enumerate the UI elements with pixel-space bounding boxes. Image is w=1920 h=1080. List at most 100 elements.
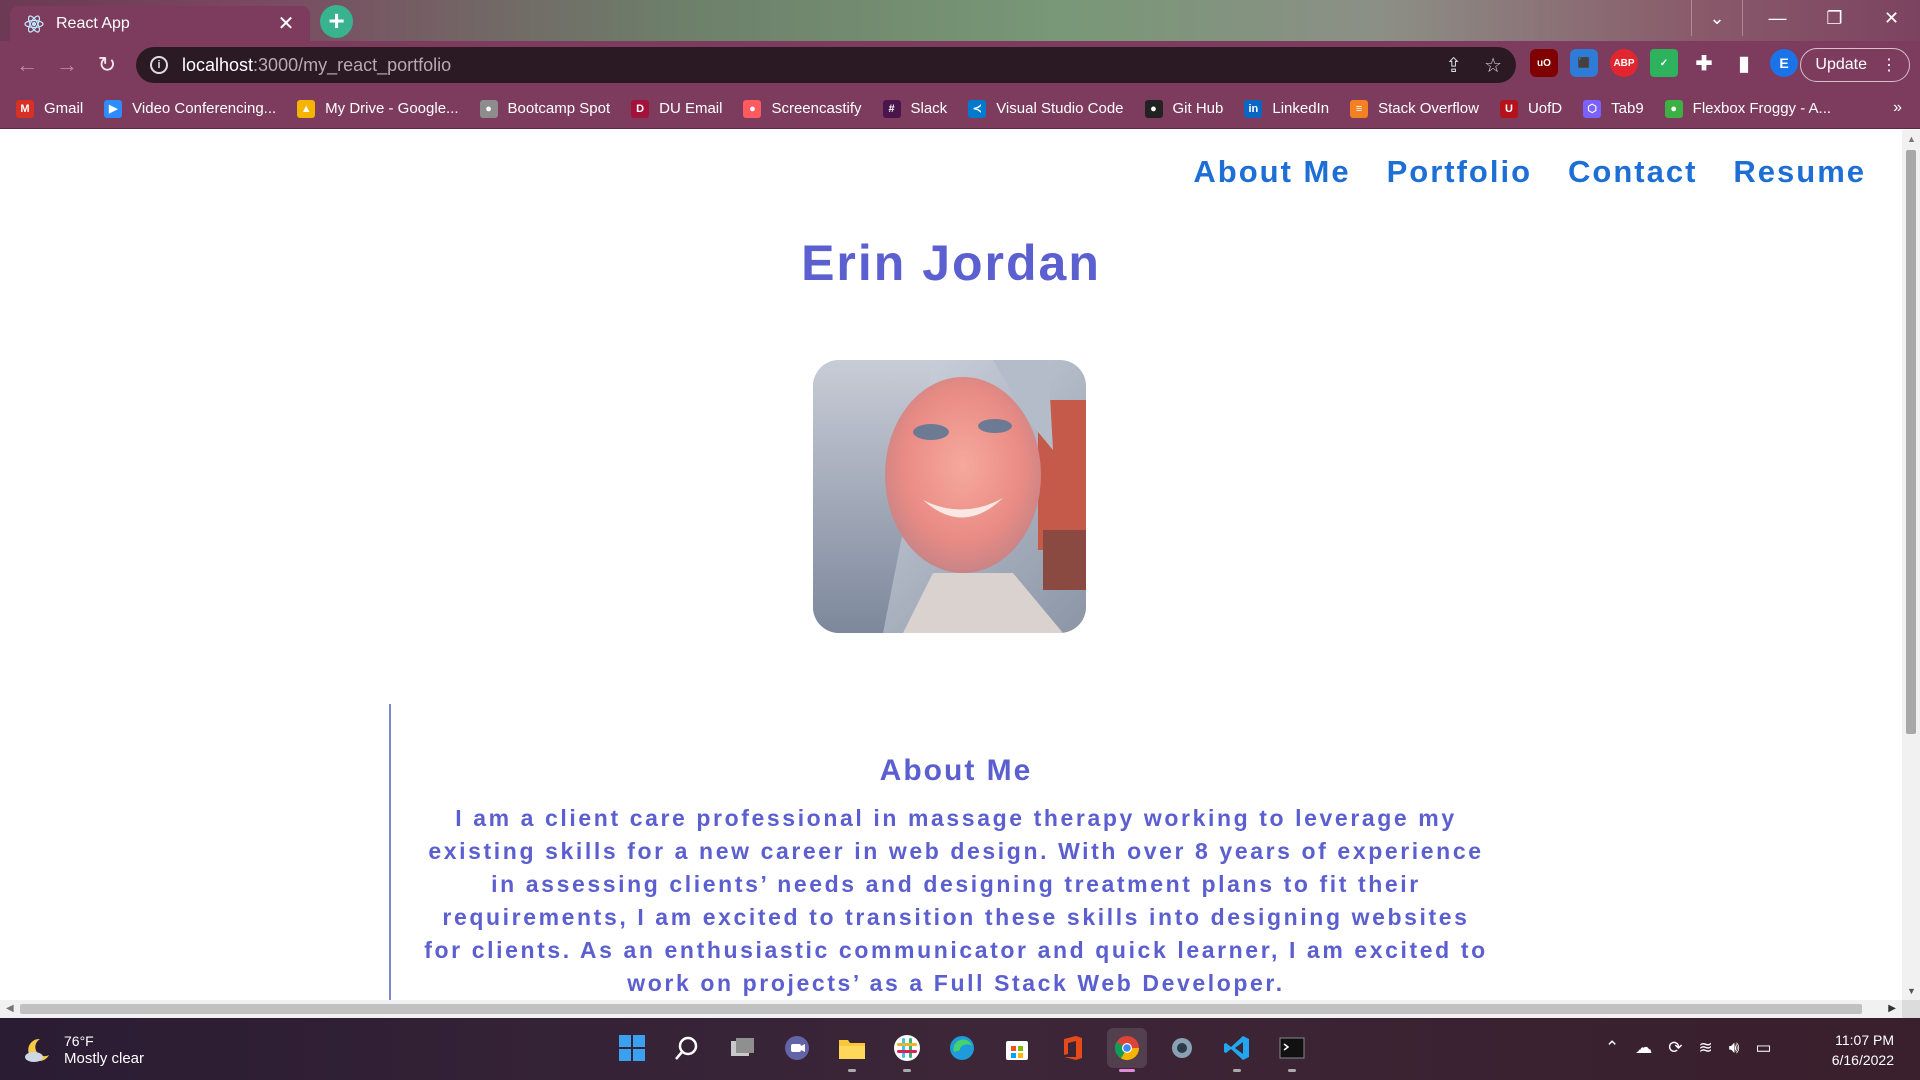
update-button[interactable]: Update ⋮ (1800, 48, 1910, 82)
tab-close-icon[interactable]: ✕ (276, 11, 296, 36)
file-explorer-icon[interactable] (832, 1028, 872, 1072)
tab9-icon: ⬡ (1583, 99, 1602, 118)
bookmark-label: UofD (1527, 100, 1563, 117)
bookmark-label: Visual Studio Code (996, 100, 1124, 117)
wifi-icon[interactable]: ≋ (1699, 1038, 1713, 1058)
side-panel-icon[interactable]: ▮ (1730, 49, 1758, 77)
adblock-plus-icon[interactable]: ABP (1610, 49, 1638, 77)
new-tab-button[interactable]: + (320, 5, 353, 38)
scroll-left-icon[interactable]: ◀ (6, 1003, 14, 1014)
tab-title: React App (56, 14, 130, 32)
clock-time: 11:07 PM (1835, 1032, 1894, 1048)
chrome-icon[interactable] (1107, 1028, 1147, 1072)
moon-cloud-icon (22, 1035, 52, 1065)
about-paragraph: I am a client care professional in massa… (424, 805, 1488, 996)
bookmark-item[interactable]: ▲ My Drive - Google... (297, 99, 459, 118)
bookmarks-overflow-icon[interactable]: » (1893, 99, 1902, 117)
minimize-button[interactable]: — (1749, 0, 1806, 36)
bookmark-label: Video Conferencing... (132, 100, 277, 117)
du-icon: D (631, 99, 650, 118)
office-icon[interactable] (1052, 1028, 1092, 1068)
bookmark-item[interactable]: ⬡ Tab9 (1583, 99, 1644, 118)
terminal-icon[interactable] (1272, 1028, 1312, 1072)
bookmark-item[interactable]: M Gmail (16, 99, 83, 118)
browser-tab[interactable]: React App ✕ (10, 6, 310, 41)
menu-kebab-icon[interactable]: ⋮ (1881, 55, 1897, 75)
task-view-icon[interactable] (722, 1028, 762, 1068)
page-viewport: About Me Portfolio Contact Resume Erin J… (0, 130, 1902, 1000)
site-info-icon[interactable]: i (150, 56, 168, 74)
bookmark-item[interactable]: # Slack (882, 99, 947, 118)
volume-icon[interactable]: 🔊︎ (1729, 1038, 1740, 1058)
bookmark-item[interactable]: ● Git Hub (1144, 99, 1223, 118)
nav-link-contact[interactable]: Contact (1568, 154, 1697, 190)
horizontal-scroll-thumb[interactable] (20, 1004, 1862, 1014)
shield-icon[interactable]: ✓ (1650, 49, 1678, 77)
about-section: About Me I am a client care professional… (389, 704, 1519, 1000)
scroll-down-icon[interactable]: ▼ (1907, 986, 1916, 996)
search-icon[interactable] (667, 1028, 707, 1068)
slack-app-icon[interactable] (887, 1028, 927, 1072)
chevron-up-icon[interactable]: ⌃ (1605, 1038, 1619, 1058)
back-button[interactable]: ← (7, 45, 47, 85)
clock[interactable]: 11:07 PM 6/16/2022 (1832, 1030, 1894, 1070)
github-icon: ● (1144, 99, 1163, 118)
bookmark-item[interactable]: D DU Email (631, 99, 723, 118)
bookmark-item[interactable]: ● Screencastify (743, 99, 862, 118)
bookmark-label: Tab9 (1611, 100, 1644, 117)
vertical-scrollbar[interactable]: ▲ ▼ (1902, 130, 1920, 1000)
vscode-app-icon[interactable] (1217, 1028, 1257, 1072)
extensions-puzzle-icon[interactable]: ✚ (1690, 49, 1718, 77)
drive-icon: ▲ (297, 99, 316, 118)
settings-gear-icon[interactable] (1162, 1028, 1202, 1068)
bookmark-item[interactable]: ≺ Visual Studio Code (968, 99, 1124, 118)
vertical-scroll-thumb[interactable] (1906, 150, 1916, 734)
scrollbar-corner (1902, 1000, 1920, 1018)
zoom-icon: ▶ (104, 99, 123, 118)
update-label: Update (1815, 56, 1867, 73)
extension-blue-icon[interactable]: ⬛ (1570, 49, 1598, 77)
scroll-right-icon[interactable]: ▶ (1888, 1003, 1896, 1014)
url-path: :3000/my_react_portfolio (253, 54, 452, 75)
sync-icon[interactable]: ⟳ (1668, 1038, 1682, 1058)
store-icon[interactable] (997, 1028, 1037, 1068)
bookmark-star-icon[interactable]: ☆ (1484, 53, 1502, 78)
weather-widget[interactable]: 76°F Mostly clear (22, 1032, 144, 1068)
bookmark-item[interactable]: ≡ Stack Overflow (1350, 99, 1479, 118)
address-bar[interactable]: i localhost :3000/my_react_portfolio ⇪ ☆ (136, 47, 1516, 83)
gmail-icon: M (16, 99, 34, 118)
close-window-button[interactable]: ✕ (1863, 0, 1920, 36)
tab-search-icon[interactable]: ⌄ (1691, 0, 1743, 36)
horizontal-scrollbar[interactable]: ◀ ▶ (0, 1000, 1902, 1018)
onedrive-icon[interactable]: ☁ (1635, 1038, 1652, 1058)
battery-icon[interactable]: ▭ (1755, 1038, 1771, 1058)
taskbar-apps (612, 1028, 1312, 1072)
bookmark-label: Screencastify (771, 100, 862, 117)
bookmark-label: DU Email (659, 100, 723, 117)
bookmark-item[interactable]: ● Bootcamp Spot (479, 99, 610, 118)
nav-link-resume[interactable]: Resume (1733, 154, 1866, 190)
start-button[interactable] (612, 1028, 652, 1068)
bootcamp-icon: ● (479, 99, 498, 118)
teams-chat-icon[interactable] (777, 1028, 817, 1068)
froggy-icon: ● (1664, 99, 1683, 118)
ublock-icon[interactable]: uO (1530, 49, 1558, 77)
about-heading: About Me (879, 754, 1033, 787)
bookmark-item[interactable]: ▶ Video Conferencing... (104, 99, 277, 118)
bookmark-item[interactable]: U UofD (1499, 99, 1563, 118)
nav-link-about-me[interactable]: About Me (1193, 154, 1350, 190)
bookmark-item[interactable]: in LinkedIn (1244, 99, 1329, 118)
windows-taskbar: 76°F Mostly clear ⌃ ☁ ⟳ ≋ 🔊︎ ▭ 11:07 PM … (0, 1018, 1920, 1080)
forward-button[interactable]: → (47, 45, 87, 85)
scroll-up-icon[interactable]: ▲ (1907, 134, 1916, 144)
window-controls: ⌄ — ❐ ✕ (1691, 0, 1920, 36)
profile-avatar[interactable]: E (1770, 49, 1798, 77)
edge-icon[interactable] (942, 1028, 982, 1068)
url-host: localhost (182, 54, 254, 75)
share-icon[interactable]: ⇪ (1445, 53, 1462, 78)
restore-button[interactable]: ❐ (1806, 0, 1863, 36)
react-icon (24, 14, 44, 34)
reload-button[interactable]: ↻ (87, 45, 127, 85)
bookmark-item[interactable]: ● Flexbox Froggy - A... (1664, 99, 1831, 118)
nav-link-portfolio[interactable]: Portfolio (1387, 154, 1532, 190)
